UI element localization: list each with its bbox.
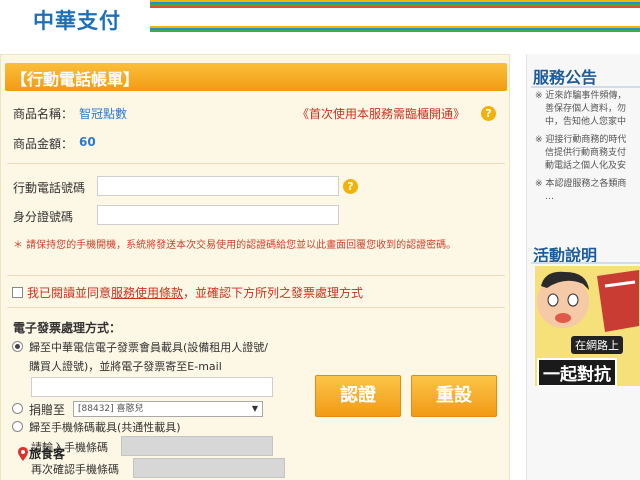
- divider: [7, 307, 505, 308]
- agree-suffix: ，並確認下方所列之發票處理方式: [183, 286, 364, 300]
- id-label: 身分證號碼: [13, 210, 74, 224]
- product-name-label: 商品名稱：: [13, 107, 74, 121]
- invoice-heading: 電子發票處理方式：: [13, 321, 122, 335]
- barcode-confirm-input[interactable]: [133, 458, 285, 478]
- invoice-option-member-radio[interactable]: [12, 341, 23, 352]
- phone-input[interactable]: [97, 176, 339, 196]
- barcode-carrier-label: 歸至手機條碼載具(共通性載具): [29, 421, 181, 434]
- header: 中華支付: [0, 0, 640, 33]
- agree-text: 我已閱讀並同意服務使用條款，並確認下方所列之發票處理方式: [27, 284, 363, 301]
- event-banner[interactable]: 在網路上 一起對抗: [535, 266, 640, 386]
- announcement-item[interactable]: ※ 近來詐騙事件頻傳，: [535, 90, 640, 103]
- announcement-item[interactable]: 動電話之個人化及安: [535, 160, 640, 173]
- donate-selected-value: [88432] 喜憨兒: [78, 404, 144, 414]
- amount-value: 60: [79, 135, 96, 149]
- announcement-title: 服務公告: [533, 68, 598, 87]
- invoice-option-barcode-radio[interactable]: [12, 421, 23, 432]
- header-stripe: [150, 6, 640, 8]
- donate-label: 捐贈至: [29, 403, 66, 417]
- divider: [7, 275, 505, 276]
- agree-checkbox[interactable]: [12, 287, 23, 298]
- form-title: 【行動電話帳單】: [11, 70, 140, 89]
- announcement-item[interactable]: 信提供行動商務支付: [535, 147, 640, 160]
- help-icon[interactable]: ?: [481, 106, 496, 121]
- form-title-bar: 【行動電話帳單】: [5, 63, 507, 91]
- agree-prefix: 我已閱讀並同意: [27, 286, 112, 300]
- logo[interactable]: 中華支付: [0, 0, 150, 33]
- payment-form: 【行動電話帳單】 商品名稱： 智冠點數 《首次使用本服務需臨櫃開通》 ? 商品金…: [0, 54, 510, 480]
- reset-button[interactable]: 重設: [411, 375, 497, 417]
- first-use-notice: 《首次使用本服務需臨櫃開通》: [297, 107, 466, 121]
- invoice-option1-line2: 購買人證號)，並將電子發票寄至E-mail: [29, 360, 222, 373]
- barcode-input[interactable]: [121, 436, 273, 456]
- barcode-confirm-label: 再次確認手機條碼: [31, 463, 119, 476]
- phone-help-icon[interactable]: ?: [343, 179, 358, 194]
- banner-caption-top: 在網路上: [571, 336, 623, 354]
- sidebar-divider: [531, 262, 640, 264]
- announcement-item[interactable]: …: [535, 191, 640, 204]
- announcement-item[interactable]: ※ 本認證服務之各類商: [535, 178, 640, 191]
- email-input[interactable]: [31, 377, 273, 397]
- invoice-option-donate-radio[interactable]: [12, 403, 23, 414]
- announcement-item[interactable]: 中，告知他人您家中: [535, 116, 640, 129]
- sms-warning: ＊ 請保持您的手機開機，系統將發送本次交易使用的認證碼給您並以此畫面回覆您收到的…: [13, 240, 457, 251]
- divider: [7, 163, 505, 164]
- amount-label: 商品金額：: [13, 137, 74, 151]
- banner-caption-bottom: 一起對抗: [537, 358, 617, 386]
- donate-select[interactable]: [88432] 喜憨兒 ▼: [73, 401, 263, 417]
- sidebar: 服務公告 ※ 近來詐騙事件頻傳， 善保存個人資料，勿 中，告知他人您家中 ※ 迎…: [526, 54, 640, 480]
- id-input[interactable]: [97, 205, 339, 225]
- logo-text: 中華支付: [33, 9, 121, 33]
- terms-link[interactable]: 服務使用條款: [111, 286, 183, 300]
- announcement-item[interactable]: 善保存個人資料，勿: [535, 103, 640, 116]
- confirm-button[interactable]: 認證: [315, 375, 401, 417]
- dropdown-arrow-icon: ▼: [251, 404, 258, 413]
- location-pin-icon: [18, 447, 28, 461]
- product-name-value: 智冠點數: [79, 107, 128, 121]
- invoice-option1-line1: 歸至中華電信電子發票會員載具(設備租用人證號/: [29, 341, 268, 354]
- sidebar-divider: [531, 86, 640, 88]
- brand-watermark: 旅食客: [29, 447, 66, 461]
- announcement-item[interactable]: ※ 迎接行動商務的時代: [535, 134, 640, 147]
- phone-label: 行動電話號碼: [13, 181, 86, 195]
- header-stripe: [150, 30, 640, 32]
